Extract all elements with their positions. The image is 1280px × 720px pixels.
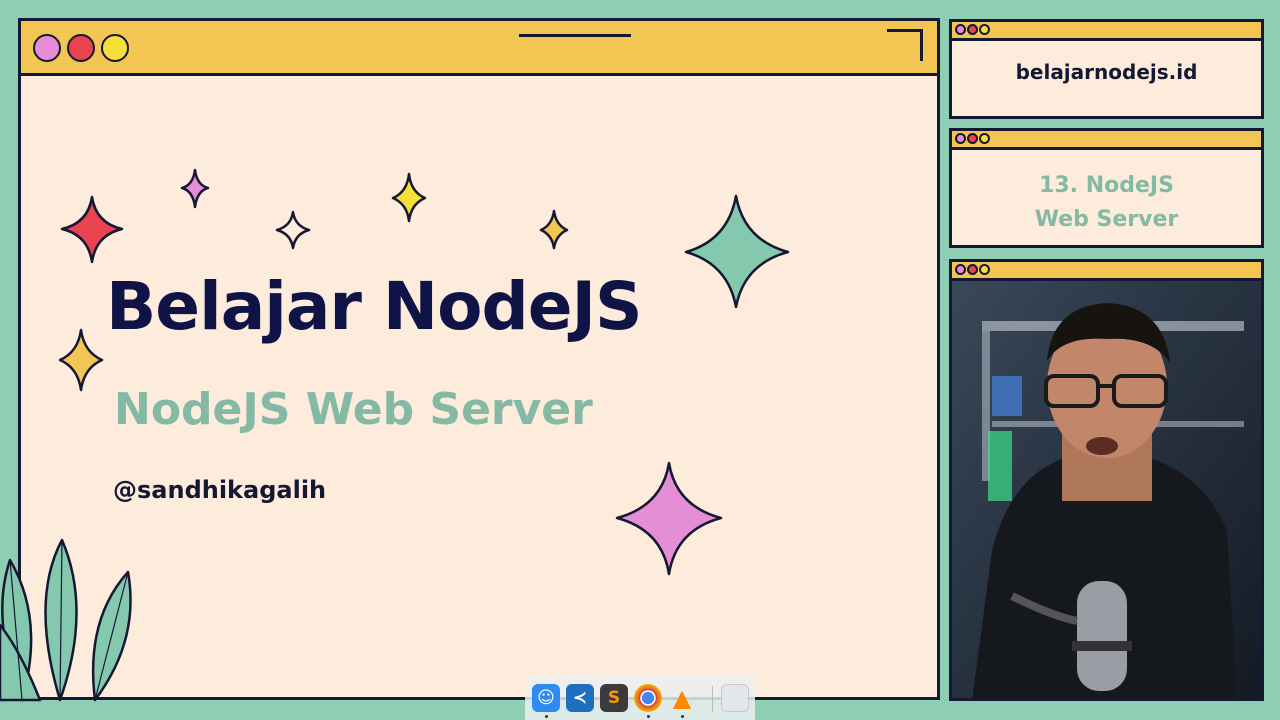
topic-panel-titlebar (952, 131, 1261, 150)
site-panel-red-dot (967, 24, 978, 35)
dock-separator (712, 686, 713, 712)
topic-line-2: Web Server (1034, 207, 1179, 232)
trash-icon[interactable] (721, 684, 749, 712)
finder-icon[interactable]: ☺ (532, 684, 560, 712)
topic-panel-pink-dot (955, 133, 966, 144)
presenter-video-image (952, 281, 1261, 698)
topic-panel-red-dot (967, 133, 978, 144)
webcam-panel (949, 259, 1264, 701)
pink-sparkle-large-icon (615, 461, 723, 576)
pink-sparkle-small-icon (180, 168, 210, 209)
topic-label: 13. NodeJS Web Server (952, 169, 1261, 237)
vlc-icon[interactable]: ▲ (668, 684, 696, 712)
site-url-label: belajarnodejs.id (1015, 60, 1198, 84)
red-sparkle-icon (60, 195, 124, 264)
topic-line-1: 13. NodeJS (1039, 173, 1174, 198)
author-handle: @sandhikagalih (113, 476, 327, 504)
sublime-text-icon[interactable]: S (600, 684, 628, 712)
vlc-running-indicator (681, 715, 684, 718)
webcam-panel-titlebar (952, 262, 1261, 281)
site-panel-titlebar (952, 22, 1261, 41)
chrome-icon[interactable] (634, 684, 662, 712)
yellow-sparkle-icon (391, 172, 427, 223)
webcam-panel-yellow-dot (979, 264, 990, 275)
chrome-running-indicator (647, 715, 650, 718)
site-panel-yellow-dot (979, 24, 990, 35)
site-panel: belajarnodejs.id (949, 19, 1264, 119)
green-sparkle-icon (684, 194, 790, 309)
white-sparkle-icon (275, 210, 311, 250)
topic-panel-yellow-dot (979, 133, 990, 144)
finder-running-indicator (545, 715, 548, 718)
site-panel-pink-dot (955, 24, 966, 35)
topic-panel: 13. NodeJS Web Server (949, 128, 1264, 248)
subtitle: NodeJS Web Server (114, 384, 593, 435)
vscode-icon[interactable]: ≺ (566, 684, 594, 712)
webcam-panel-red-dot (967, 264, 978, 275)
app-dock: ☺ ≺ S ▲ (525, 676, 755, 720)
headline-title: Belajar NodeJS (106, 268, 643, 345)
yellow-sparkle-left-icon (58, 328, 104, 392)
orange-sparkle-icon (539, 209, 569, 250)
webcam-panel-pink-dot (955, 264, 966, 275)
